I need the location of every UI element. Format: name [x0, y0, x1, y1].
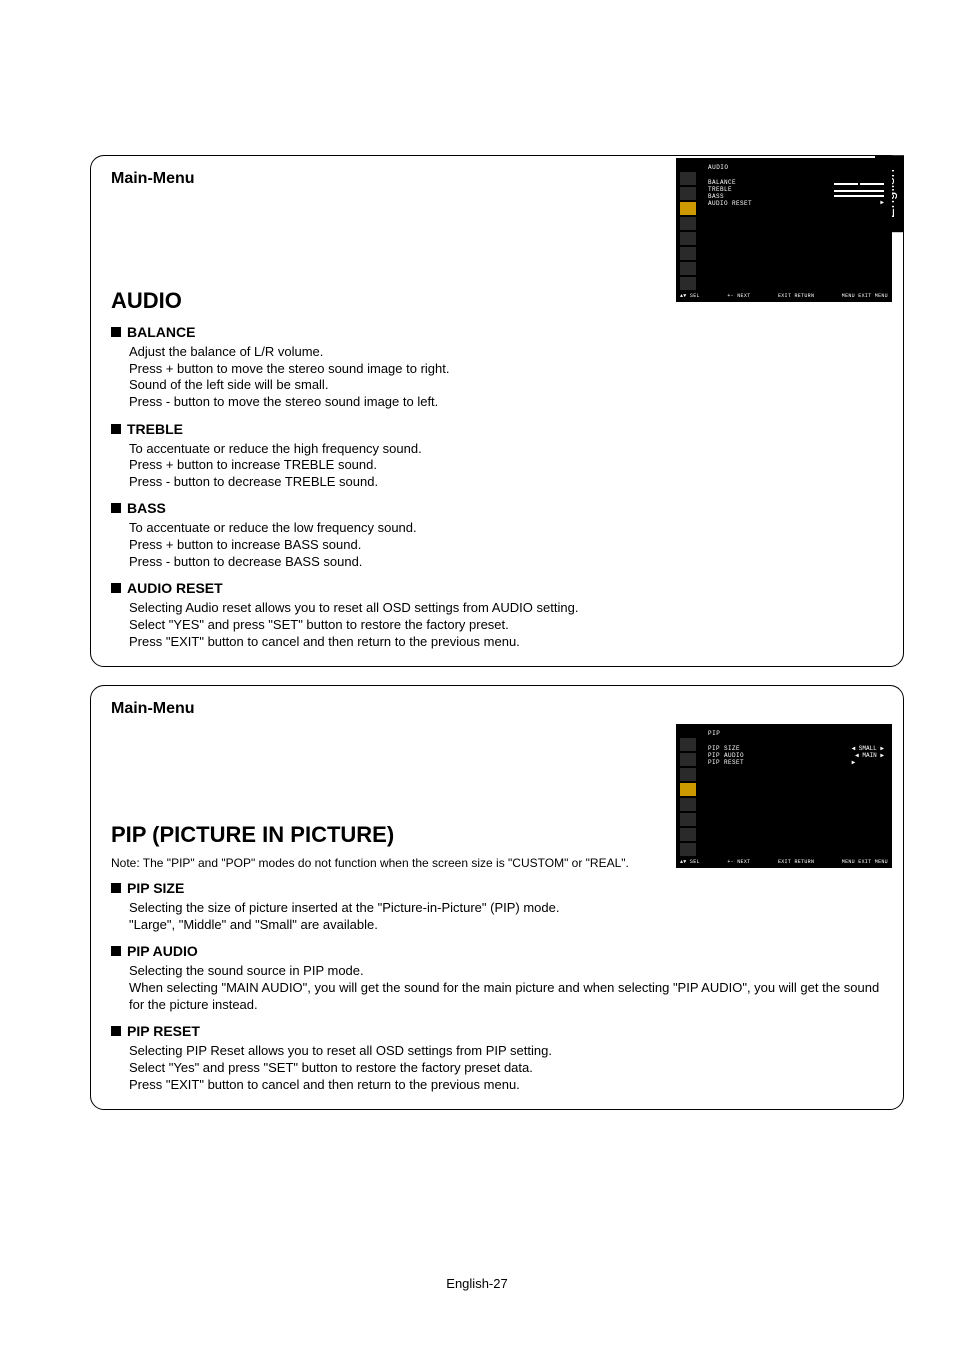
item-pip-size: PIP SIZE Selecting the size of picture i… [111, 880, 883, 933]
osd-footer-hint: EXIT RETURN [778, 293, 814, 299]
item-head-label: BALANCE [127, 324, 195, 340]
item-body-text: Selecting the size of picture inserted a… [111, 900, 883, 933]
bar-icon [834, 190, 884, 192]
item-body-text: Selecting PIP Reset allows you to reset … [111, 1043, 883, 1093]
osd-tile-icon [680, 217, 696, 230]
osd-footer: ▲▼ SEL +- NEXT EXIT RETURN MENU EXIT MEN… [680, 859, 888, 865]
item-treble: TREBLE To accentuate or reduce the high … [111, 421, 883, 491]
square-bullet-icon [111, 883, 121, 893]
square-bullet-icon [111, 946, 121, 956]
osd-footer-hint: MENU EXIT MENU [842, 293, 888, 299]
osd-menu-item: PIP RESET [708, 760, 744, 767]
item-balance: BALANCE Adjust the balance of L/R volume… [111, 324, 883, 411]
osd-tile-icon [680, 798, 696, 811]
osd-tile-icon [680, 172, 696, 185]
item-pip-audio: PIP AUDIO Selecting the sound source in … [111, 943, 883, 1013]
square-bullet-icon [111, 327, 121, 337]
item-head-label: PIP AUDIO [127, 943, 198, 959]
mainmenu-label: Main-Menu [111, 700, 883, 718]
osd-footer-hint: ▲▼ SEL [680, 859, 700, 865]
osd-tile-icon [680, 753, 696, 766]
item-head-label: BASS [127, 500, 166, 516]
square-bullet-icon [111, 583, 121, 593]
osd-title: PIP [708, 730, 720, 737]
osd-footer-hint: +- NEXT [727, 859, 750, 865]
osd-footer-hint: EXIT RETURN [778, 859, 814, 865]
osd-tile-icon [680, 187, 696, 200]
item-head-label: PIP SIZE [127, 880, 184, 896]
square-bullet-icon [111, 503, 121, 513]
page-number: English-27 [0, 1276, 954, 1291]
osd-tile-icon [680, 232, 696, 245]
bar-icon [834, 195, 884, 197]
item-head-label: PIP RESET [127, 1023, 200, 1039]
item-body-text: To accentuate or reduce the high frequen… [111, 441, 883, 491]
osd-values: ▶ [834, 180, 884, 207]
osd-menu-list: BALANCE TREBLE BASS AUDIO RESET [708, 180, 752, 208]
osd-tile-icon [680, 262, 696, 275]
item-bass: BASS To accentuate or reduce the low fre… [111, 500, 883, 570]
item-pip-reset: PIP RESET Selecting PIP Reset allows you… [111, 1023, 883, 1093]
item-body-text: Selecting Audio reset allows you to rese… [111, 600, 883, 650]
item-body-text: To accentuate or reduce the low frequenc… [111, 520, 883, 570]
item-audio-reset: AUDIO RESET Selecting Audio reset allows… [111, 580, 883, 650]
osd-footer-hint: MENU EXIT MENU [842, 859, 888, 865]
osd-footer-hint: +- NEXT [727, 293, 750, 299]
osd-tile-icon [680, 813, 696, 826]
triangle-right-icon: ▶ [852, 760, 884, 767]
osd-footer: ▲▼ SEL +- NEXT EXIT RETURN MENU EXIT MEN… [680, 293, 888, 299]
slider-icon [834, 180, 884, 187]
osd-preview-pip: PIP PIP SIZE PIP AUDIO PIP RESET ◀ SMALL… [676, 724, 892, 868]
osd-tile-icon [680, 828, 696, 841]
osd-tile-icon [680, 277, 696, 290]
osd-sidebar-icons [680, 738, 700, 856]
item-head-label: AUDIO RESET [127, 580, 223, 596]
osd-value-text: ◀ MAIN ▶ [852, 753, 884, 760]
osd-preview-audio: AUDIO BALANCE TREBLE BASS AUDIO RESET ▶ … [676, 158, 892, 302]
item-body-text: Selecting the sound source in PIP mode. … [111, 963, 883, 1013]
triangle-right-icon: ▶ [834, 200, 884, 207]
osd-menu-list: PIP SIZE PIP AUDIO PIP RESET [708, 746, 744, 767]
item-head-label: TREBLE [127, 421, 183, 437]
osd-tile-icon [680, 738, 696, 751]
osd-tile-icon [680, 247, 696, 260]
osd-title: AUDIO [708, 164, 729, 171]
osd-tile-selected-icon [680, 783, 696, 796]
osd-tile-icon [680, 843, 696, 856]
osd-sidebar-icons [680, 172, 700, 290]
item-body-text: Adjust the balance of L/R volume. Press … [111, 344, 883, 411]
osd-footer-hint: ▲▼ SEL [680, 293, 700, 299]
osd-tile-icon [680, 768, 696, 781]
osd-values: ◀ SMALL ▶ ◀ MAIN ▶ ▶ [852, 746, 884, 767]
square-bullet-icon [111, 424, 121, 434]
square-bullet-icon [111, 1026, 121, 1036]
osd-menu-item: AUDIO RESET [708, 201, 752, 208]
osd-tile-selected-icon [680, 202, 696, 215]
